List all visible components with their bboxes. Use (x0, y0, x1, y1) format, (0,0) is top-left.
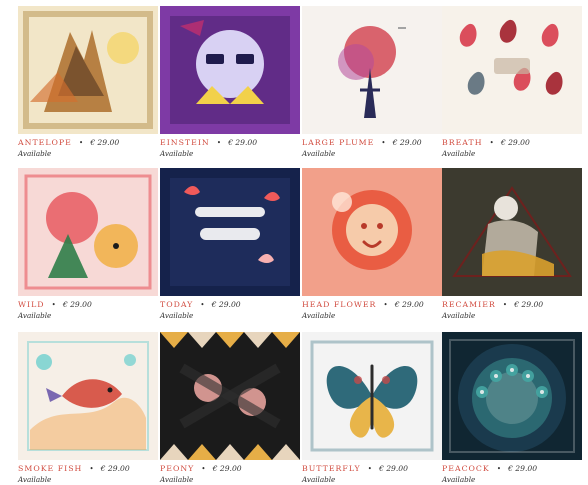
product-name[interactable]: RECAMIER (442, 300, 496, 309)
product-card: SMOKE FISH • € 29.00 Available (18, 332, 158, 484)
peacock-scarf-image (442, 332, 582, 460)
product-card: RECAMIER • € 29.00 Available (442, 168, 582, 320)
product-availability: Available (18, 149, 52, 158)
product-name[interactable]: LARGE PLUME (302, 138, 374, 147)
wild-scarf-image (18, 168, 158, 296)
product-name[interactable]: BREATH (442, 138, 483, 147)
product-meta: ANTELOPE • € 29.00 Available (18, 135, 158, 158)
product-availability: Available (160, 311, 194, 320)
product-thumbnail[interactable] (160, 332, 300, 460)
separator-bullet: • (200, 301, 205, 309)
butterfly-scarf-image (302, 332, 442, 460)
product-price: € 29.00 (392, 138, 422, 147)
product-availability: Available (442, 311, 476, 320)
product-availability: Available (302, 149, 336, 158)
product-price: € 29.00 (90, 138, 120, 147)
product-card: PEACOCK • € 29.00 Available (442, 332, 582, 484)
separator-bullet: • (51, 301, 56, 309)
separator-bullet: • (383, 301, 388, 309)
separator-bullet: • (502, 301, 508, 309)
peony-scarf-image (160, 332, 300, 460)
product-thumbnail[interactable] (302, 332, 442, 460)
product-availability: Available (302, 311, 336, 320)
product-name[interactable]: EINSTEIN (160, 138, 210, 147)
product-card: TODAY • € 29.00 Available (160, 168, 300, 320)
product-availability: Available (442, 149, 476, 158)
separator-bullet: • (381, 139, 386, 147)
product-card: PEONY • € 29.00 Available (160, 332, 300, 484)
separator-bullet: • (201, 465, 206, 473)
product-name[interactable]: TODAY (160, 300, 193, 309)
product-thumbnail[interactable] (160, 168, 300, 296)
product-price: € 29.00 (394, 300, 424, 309)
product-card: BUTTERFLY • € 29.00 Available (302, 332, 442, 484)
recamier-scarf-image (442, 168, 582, 296)
product-name[interactable]: HEAD FLOWER (302, 300, 376, 309)
product-thumbnail[interactable] (18, 6, 158, 134)
head-flower-scarf-image (302, 168, 442, 296)
product-meta: LARGE PLUME • € 29.00 Available (302, 135, 442, 158)
today-scarf-image (160, 168, 300, 296)
product-price: € 29.00 (378, 464, 408, 473)
product-availability: Available (302, 475, 336, 484)
separator-bullet: • (496, 465, 501, 473)
product-thumbnail[interactable] (160, 6, 300, 134)
product-thumbnail[interactable] (302, 168, 442, 296)
product-price: € 29.00 (508, 464, 538, 473)
product-availability: Available (442, 475, 476, 484)
product-thumbnail[interactable] (442, 168, 582, 296)
product-price: € 29.00 (514, 300, 544, 309)
product-card: BREATH • € 29.00 Available (442, 6, 582, 158)
product-thumbnail[interactable] (18, 168, 158, 296)
product-price: € 29.00 (100, 464, 130, 473)
product-meta: TODAY • € 29.00 Available (160, 297, 300, 320)
product-card: HEAD FLOWER • € 29.00 Available (302, 168, 442, 320)
product-card: LARGE PLUME • € 29.00 Available (302, 6, 442, 158)
smoke-fish-scarf-image (18, 332, 158, 460)
product-meta: EINSTEIN • € 29.00 Available (160, 135, 300, 158)
product-thumbnail[interactable] (302, 6, 442, 134)
product-thumbnail[interactable] (442, 6, 582, 134)
separator-bullet: • (216, 139, 221, 147)
product-availability: Available (18, 311, 52, 320)
product-price: € 29.00 (62, 300, 92, 309)
product-meta: HEAD FLOWER • € 29.00 Available (302, 297, 442, 320)
separator-bullet: • (89, 465, 94, 473)
antelope-scarf-image (18, 6, 158, 134)
product-name[interactable]: WILD (18, 300, 45, 309)
product-card: WILD • € 29.00 Available (18, 168, 158, 320)
product-price: € 29.00 (500, 138, 530, 147)
product-grid: ANTELOPE • € 29.00 Available EINSTEIN • … (0, 0, 588, 484)
product-card: ANTELOPE • € 29.00 Available (18, 6, 158, 158)
separator-bullet: • (367, 465, 372, 473)
product-meta: RECAMIER • € 29.00 Available (442, 297, 582, 320)
einstein-scarf-image (160, 6, 300, 134)
breath-scarf-image (442, 6, 582, 134)
product-name[interactable]: BUTTERFLY (302, 464, 361, 473)
product-name[interactable]: ANTELOPE (18, 138, 72, 147)
product-price: € 29.00 (228, 138, 258, 147)
product-card: EINSTEIN • € 29.00 Available (160, 6, 300, 158)
product-thumbnail[interactable] (18, 332, 158, 460)
product-price: € 29.00 (212, 464, 242, 473)
product-name[interactable]: PEACOCK (442, 464, 490, 473)
separator-bullet: • (78, 139, 84, 147)
product-price: € 29.00 (211, 300, 241, 309)
product-availability: Available (160, 475, 194, 484)
plume-scarf-image (302, 6, 442, 134)
product-meta: BREATH • € 29.00 Available (442, 135, 582, 158)
product-meta: WILD • € 29.00 Available (18, 297, 158, 320)
product-name[interactable]: SMOKE FISH (18, 464, 82, 473)
product-name[interactable]: PEONY (160, 464, 194, 473)
product-thumbnail[interactable] (442, 332, 582, 460)
product-availability: Available (18, 475, 52, 484)
separator-bullet: • (489, 139, 494, 147)
product-availability: Available (160, 149, 194, 158)
